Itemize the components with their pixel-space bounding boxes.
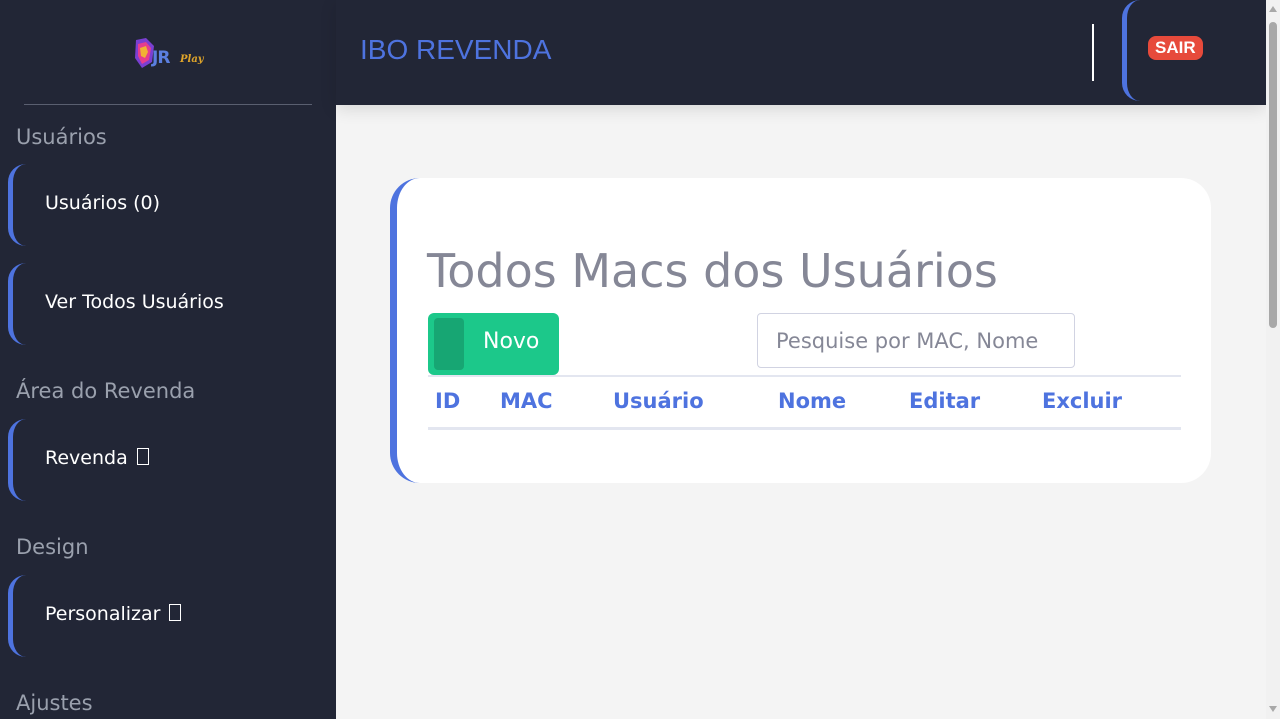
logout-button[interactable]: SAIR (1148, 36, 1203, 60)
sidebar-item-ver-todos-usuarios[interactable]: Ver Todos Usuários (8, 263, 308, 345)
page-title: Todos Macs dos Usuários (427, 244, 998, 298)
search-input[interactable] (757, 313, 1075, 368)
scroll-down-arrow-icon[interactable] (1269, 706, 1277, 712)
section-title-usuarios: Usuários (16, 125, 107, 149)
scroll-up-arrow-icon[interactable] (1269, 6, 1277, 12)
logo-text: JR (152, 48, 170, 68)
page-scrollbar[interactable] (1266, 0, 1280, 719)
unknown-glyph-icon (169, 604, 182, 621)
sidebar-item-revenda[interactable]: Revenda (8, 419, 308, 501)
logo-subtext: Play (180, 54, 204, 65)
sidebar-item-label: Ver Todos Usuários (45, 291, 224, 313)
sidebar-item-usuarios[interactable]: Usuários (0) (8, 164, 308, 246)
users-mac-card: Todos Macs dos Usuários Novo ID MAC Usuá… (390, 178, 1211, 483)
table-header-row: ID MAC Usuário Nome Editar Excluir (428, 377, 1181, 430)
column-header-usuario[interactable]: Usuário (613, 389, 704, 413)
sidebar-divider (24, 104, 312, 105)
column-header-excluir[interactable]: Excluir (1042, 389, 1122, 413)
page-brand-title[interactable]: IBO REVENDA (360, 34, 551, 66)
column-header-id[interactable]: ID (435, 389, 460, 413)
scrollbar-thumb[interactable] (1269, 22, 1277, 328)
unknown-glyph-icon (136, 448, 149, 465)
sidebar-item-label: Revenda (45, 447, 149, 469)
sidebar-item-personalizar[interactable]: Personalizar (8, 575, 308, 657)
sidebar-item-label: Usuários (0) (45, 192, 161, 214)
users-table: ID MAC Usuário Nome Editar Excluir (428, 375, 1181, 430)
sidebar-item-text: Personalizar (45, 603, 161, 625)
column-header-editar[interactable]: Editar (909, 389, 980, 413)
add-icon (434, 318, 464, 370)
column-header-mac[interactable]: MAC (500, 389, 553, 413)
column-header-nome[interactable]: Nome (778, 389, 846, 413)
new-button-label: Novo (483, 329, 540, 354)
logout-area: SAIR (1122, 0, 1266, 101)
sidebar-item-label: Personalizar (45, 603, 182, 625)
section-title-area-revenda: Área do Revenda (16, 379, 196, 403)
section-title-design: Design (16, 535, 89, 559)
sidebar: JR Play Usuários Usuários (0) Ver Todos … (0, 0, 336, 719)
section-title-ajustes: Ajustes (16, 691, 93, 715)
logo[interactable]: JR Play (132, 36, 208, 70)
new-button[interactable]: Novo (428, 313, 559, 375)
topbar-divider (1092, 24, 1094, 81)
topbar: IBO REVENDA SAIR (336, 0, 1266, 105)
sidebar-item-text: Revenda (45, 447, 128, 469)
